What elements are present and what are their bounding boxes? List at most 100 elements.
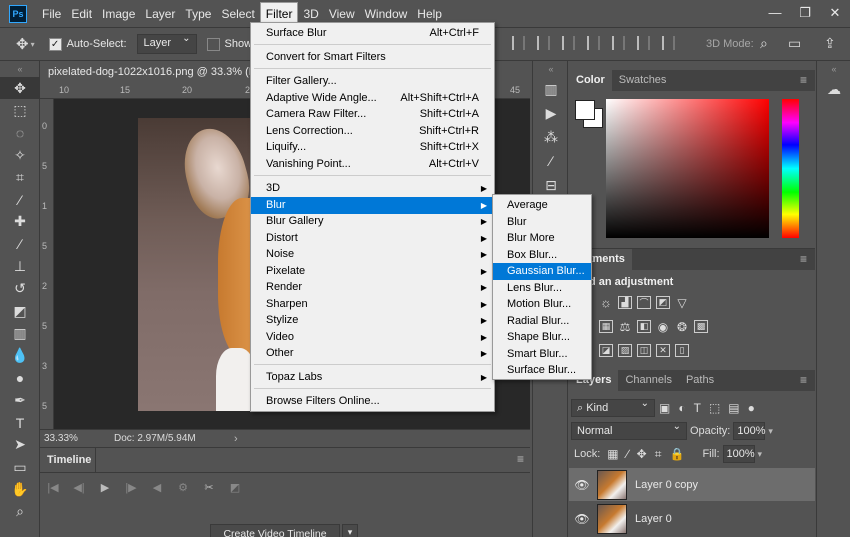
filter-menu-item[interactable]: Camera Raw Filter... Shift+Ctrl+A <box>251 106 494 123</box>
exposure-icon[interactable]: ◩ <box>656 296 670 309</box>
menu-file[interactable]: File <box>37 3 66 25</box>
menu-layer[interactable]: Layer <box>140 3 180 25</box>
dog-photo[interactable] <box>138 118 250 411</box>
filter-menu-item[interactable]: Liquify... Shift+Ctrl+X <box>251 139 494 156</box>
auto-select-checkbox[interactable]: ✓ <box>48 37 62 51</box>
workspace-icon[interactable]: ▭ <box>788 35 801 52</box>
filter-menu-item[interactable]: Adaptive Wide Angle... Alt+Shift+Ctrl+A <box>251 90 494 107</box>
restore-button[interactable]: ❐ <box>790 0 820 25</box>
transition-icon[interactable]: ◩ <box>222 476 248 498</box>
menu-type[interactable]: Type <box>180 3 216 25</box>
create-video-timeline-button[interactable]: Create Video Timeline <box>210 524 340 537</box>
filter-menu-item[interactable]: Other ▶ <box>251 345 494 362</box>
blur-menu-item[interactable]: Shape Blur... <box>493 329 591 346</box>
brush-settings-icon[interactable]: ∕ <box>533 149 569 173</box>
settings-icon[interactable]: ⚙ <box>170 476 196 498</box>
blur-menu-item[interactable]: Radial Blur... <box>493 313 591 330</box>
fill-input[interactable]: 100% <box>722 445 755 463</box>
tab-swatches[interactable]: Swatches <box>612 70 674 91</box>
dodge-tool-icon[interactable]: ● <box>0 367 40 389</box>
brightness-icon[interactable]: ☼ <box>599 295 613 310</box>
panel-menu-icon[interactable]: ≡ <box>800 73 807 87</box>
filter-menu-item[interactable]: Render ▶ <box>251 279 494 296</box>
chevron-down-icon[interactable]: ▾ <box>342 524 358 537</box>
color-balance-icon[interactable]: ⚖ <box>618 320 632 334</box>
vibrance-icon[interactable]: ▽ <box>675 296 689 310</box>
eye-icon[interactable]: 👁 <box>571 478 593 492</box>
blur-menu-item[interactable]: Lens Blur... <box>493 280 591 297</box>
collapse-chevron-icon[interactable]: « <box>533 61 569 77</box>
filter-menu-item[interactable]: 3D ▶ <box>251 180 494 197</box>
search-icon[interactable]: ⌕ <box>760 35 768 52</box>
share-icon[interactable]: ⇪ <box>824 35 836 52</box>
next-frame-icon[interactable]: |▶ <box>118 476 144 498</box>
color-field[interactable] <box>606 99 769 238</box>
fill-chevron-icon[interactable]: ▾ <box>758 449 763 460</box>
show-transform-checkbox[interactable] <box>206 37 220 51</box>
history-brush-tool-icon[interactable]: ↺ <box>0 278 40 300</box>
move-tool-icon[interactable]: ✥ <box>0 77 40 100</box>
lock-position-icon[interactable]: ✥ <box>637 447 647 461</box>
distribute-center-icon[interactable] <box>612 36 625 50</box>
filter-menu-item-blur[interactable]: Blur ▶ <box>251 197 494 214</box>
align-vertical-center-icon[interactable] <box>537 36 550 50</box>
menu-image[interactable]: Image <box>97 3 140 25</box>
status-chevron-icon[interactable]: › <box>234 433 238 445</box>
hue-slider[interactable] <box>782 99 799 238</box>
filter-menu-item[interactable]: Stylize ▶ <box>251 312 494 329</box>
move-tool-icon[interactable]: ✥ <box>16 35 29 53</box>
gradient-map-icon[interactable]: ✕ <box>656 344 670 357</box>
color-lookup-icon[interactable]: ▩ <box>694 320 708 333</box>
filter-menu-item[interactable]: Filter Gallery... <box>251 73 494 90</box>
selective-color-icon[interactable]: ▯ <box>675 344 689 357</box>
eyedropper-tool-icon[interactable]: ⁄ <box>0 188 40 210</box>
panel-menu-icon[interactable]: ≡ <box>800 252 807 266</box>
filter-menu-item[interactable]: Browse Filters Online... <box>251 393 494 410</box>
filter-menu-item[interactable]: Blur Gallery ▶ <box>251 213 494 230</box>
split-icon[interactable]: ✂ <box>196 476 222 498</box>
invert-icon[interactable]: ◪ <box>599 344 613 357</box>
play-icon[interactable]: ▶ <box>92 476 118 498</box>
lock-transparent-icon[interactable]: ▦ <box>607 447 618 461</box>
filter-menu-item[interactable]: Topaz Labs ▶ <box>251 369 494 386</box>
photo-filter-icon[interactable]: ◉ <box>656 320 670 334</box>
blur-menu-item[interactable]: Average <box>493 197 591 214</box>
crop-tool-icon[interactable]: ⌗ <box>0 166 40 188</box>
hand-tool-icon[interactable]: ✋ <box>0 478 40 500</box>
audio-icon[interactable]: ◀ <box>144 476 170 498</box>
filter-toggle-icon[interactable]: ● <box>748 401 755 415</box>
auto-select-dropdown[interactable]: Layer <box>136 33 197 54</box>
panel-menu-icon[interactable]: ≡ <box>517 452 524 466</box>
levels-icon[interactable]: ▟ <box>618 296 632 309</box>
channel-mixer-icon[interactable]: ❂ <box>675 320 689 334</box>
blur-menu-item[interactable]: Smart Blur... <box>493 346 591 363</box>
lock-artboard-icon[interactable]: ⌗ <box>655 447 662 462</box>
blur-menu-item[interactable]: Surface Blur... <box>493 362 591 379</box>
zoom-level[interactable]: 33.33% <box>44 433 114 444</box>
blend-mode-dropdown[interactable]: Normal <box>571 421 687 440</box>
shape-layer-filter-icon[interactable]: ⬚ <box>709 401 720 415</box>
tool-preset-chevron-icon[interactable]: ▾ <box>31 40 35 49</box>
opacity-chevron-icon[interactable]: ▾ <box>768 426 773 437</box>
filter-menu-item[interactable]: Distort ▶ <box>251 230 494 247</box>
lock-pixels-icon[interactable]: ∕ <box>627 447 629 461</box>
filter-menu-item[interactable]: Noise ▶ <box>251 246 494 263</box>
healing-brush-tool-icon[interactable]: ✚ <box>0 211 40 233</box>
minimize-button[interactable]: — <box>760 0 790 25</box>
eye-icon[interactable]: 👁 <box>571 512 593 526</box>
filter-menu-item[interactable]: Vanishing Point... Alt+Ctrl+V <box>251 156 494 173</box>
tab-color[interactable]: Color <box>569 70 612 91</box>
path-selection-tool-icon[interactable]: ➤ <box>0 434 40 456</box>
blur-menu-item-gaussian[interactable]: Gaussian Blur... <box>493 263 591 280</box>
eraser-tool-icon[interactable]: ◩ <box>0 300 40 322</box>
filter-menu-item[interactable]: Pixelate ▶ <box>251 263 494 280</box>
opacity-input[interactable]: 100% <box>733 422 766 440</box>
align-bottom-icon[interactable] <box>562 36 575 50</box>
layer-kind-filter[interactable]: ⌕ Kind <box>571 398 655 417</box>
actions-play-icon[interactable]: ▶ <box>533 101 569 125</box>
layer-name[interactable]: Layer 0 <box>635 513 672 525</box>
menu-edit[interactable]: Edit <box>66 3 97 25</box>
brush-tool-icon[interactable]: ∕ <box>0 233 40 255</box>
layer-row[interactable]: 👁 Layer 0 copy <box>569 468 815 501</box>
pixel-layer-filter-icon[interactable]: ▣ <box>659 401 670 415</box>
